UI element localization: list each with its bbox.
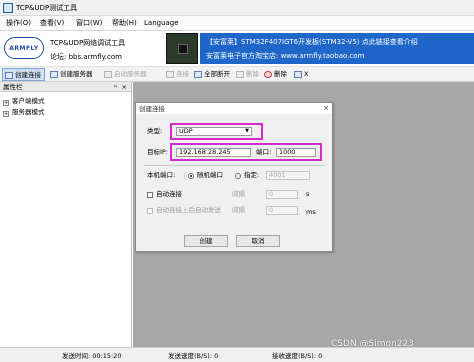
close-icon	[294, 71, 302, 78]
dialog-close-icon[interactable]: ×	[323, 104, 329, 112]
panel-header: 属性栏 ᵖ ×	[0, 82, 131, 92]
expand-icon[interactable]: +	[3, 100, 9, 106]
cancel-button[interactable]: 取消	[236, 235, 280, 247]
window-title: TCP&UDP测试工具	[16, 4, 78, 12]
menu-window[interactable]: 窗口(W)	[76, 19, 102, 28]
shop-link[interactable]: 安富莱电子官方淘宝店: www.armfly.taobao.com	[206, 52, 364, 61]
title-bar: TCP&UDP测试工具	[0, 0, 474, 16]
tree-item-server-mode[interactable]: + 服务器模式	[3, 108, 45, 117]
specify-port-radio[interactable]	[235, 173, 241, 179]
remove-icon	[264, 71, 272, 78]
delete-icon	[236, 71, 244, 78]
local-port-input[interactable]: 4001	[266, 171, 310, 180]
type-label: 类型:	[147, 127, 163, 135]
interval-label: 间隔	[232, 190, 245, 198]
send-interval-input[interactable]: 0	[266, 206, 298, 215]
connect-button[interactable]: 连接	[164, 68, 192, 81]
random-port-radio[interactable]	[188, 173, 194, 179]
dialog-title-bar: 创建连接 ×	[136, 103, 332, 114]
random-port-label[interactable]: 随机端口	[197, 171, 223, 180]
promo-panel[interactable]: 【安富莱】STM32F407IGT6开发板(STM32-V5) 点此链接查看介绍…	[200, 33, 474, 64]
tree-item-client-mode[interactable]: + 客户端模式	[3, 97, 45, 106]
create-server-button[interactable]: 创建服务器	[48, 68, 96, 81]
delete-button[interactable]: 删除	[234, 68, 262, 81]
forum-link[interactable]: 论坛: bbs.armfly.com	[50, 53, 122, 62]
expand-icon[interactable]: +	[3, 111, 9, 117]
create-button[interactable]: 创建	[184, 235, 228, 247]
menu-operate[interactable]: 操作(O)	[6, 19, 31, 28]
divider	[144, 165, 324, 166]
board-image	[166, 33, 198, 64]
send-speed: 发送速度(B/S): 0	[168, 352, 219, 360]
auto-send-label[interactable]: 自动连接上后自动发送	[156, 206, 221, 215]
property-panel: 属性栏 ᵖ × + 客户端模式 + 服务器模式	[0, 82, 132, 347]
disconnect-all-button[interactable]: 全部断开	[192, 68, 233, 81]
interval-input[interactable]: 0	[266, 190, 298, 199]
start-icon	[104, 71, 112, 78]
link-icon	[166, 71, 174, 78]
create-connection-button[interactable]: 创建连接	[2, 68, 45, 81]
interval-unit: s	[306, 190, 310, 198]
ip-label: 目标IP:	[147, 148, 169, 156]
start-server-button[interactable]: 启动服务器	[102, 68, 150, 81]
csdn-watermark: CSDN @Simon223	[331, 339, 414, 349]
close-button[interactable]: X	[292, 68, 311, 81]
auto-connect-label[interactable]: 自动连接	[156, 190, 182, 199]
connection-icon	[5, 72, 13, 79]
panel-title: 属性栏	[3, 83, 23, 91]
auto-connect-checkbox[interactable]	[147, 192, 153, 198]
menu-view[interactable]: 查看(V)	[40, 19, 64, 28]
menu-help[interactable]: 帮助(H)	[112, 19, 137, 28]
menu-language[interactable]: Language	[144, 19, 179, 28]
armfly-logo: ARMFLY	[4, 37, 44, 59]
pin-icon[interactable]: ᵖ	[114, 83, 117, 91]
banner: ARMFLY TCP&UDP网络调试工具 论坛: bbs.armfly.com …	[0, 31, 474, 66]
ip-port-highlight	[170, 143, 322, 161]
create-connection-dialog: 创建连接 × 类型: UDP ▼ 目标IP: 192.168.28.245 端口:…	[135, 102, 333, 252]
dialog-title: 创建连接	[139, 105, 165, 113]
app-icon	[3, 3, 13, 13]
receive-speed: 接收速度(B/S): 0	[272, 352, 323, 360]
menu-bar: 操作(O) 查看(V) 窗口(W) 帮助(H) Language	[0, 16, 474, 31]
send-interval-unit: ms	[306, 208, 316, 216]
banner-app-name: TCP&UDP网络调试工具	[50, 39, 126, 47]
auto-send-checkbox[interactable]	[147, 208, 153, 214]
remove-button[interactable]: 删除	[262, 68, 290, 81]
send-interval-label: 间隔	[232, 206, 245, 214]
promo-link[interactable]: 【安富莱】STM32F407IGT6开发板(STM32-V5) 点此链接查看介绍	[206, 38, 418, 47]
server-icon	[50, 71, 58, 78]
toolbar: 创建连接 创建服务器 启动服务器 连接 全部断开 删除 删除 X	[0, 66, 474, 82]
disconnect-icon	[194, 71, 202, 78]
panel-close-icon[interactable]: ×	[122, 83, 127, 91]
send-time: 发送时间: 00:15:20	[62, 352, 122, 360]
type-highlight	[170, 123, 263, 140]
specify-label[interactable]: 指定:	[244, 171, 259, 180]
local-port-label: 本机端口:	[147, 171, 176, 179]
